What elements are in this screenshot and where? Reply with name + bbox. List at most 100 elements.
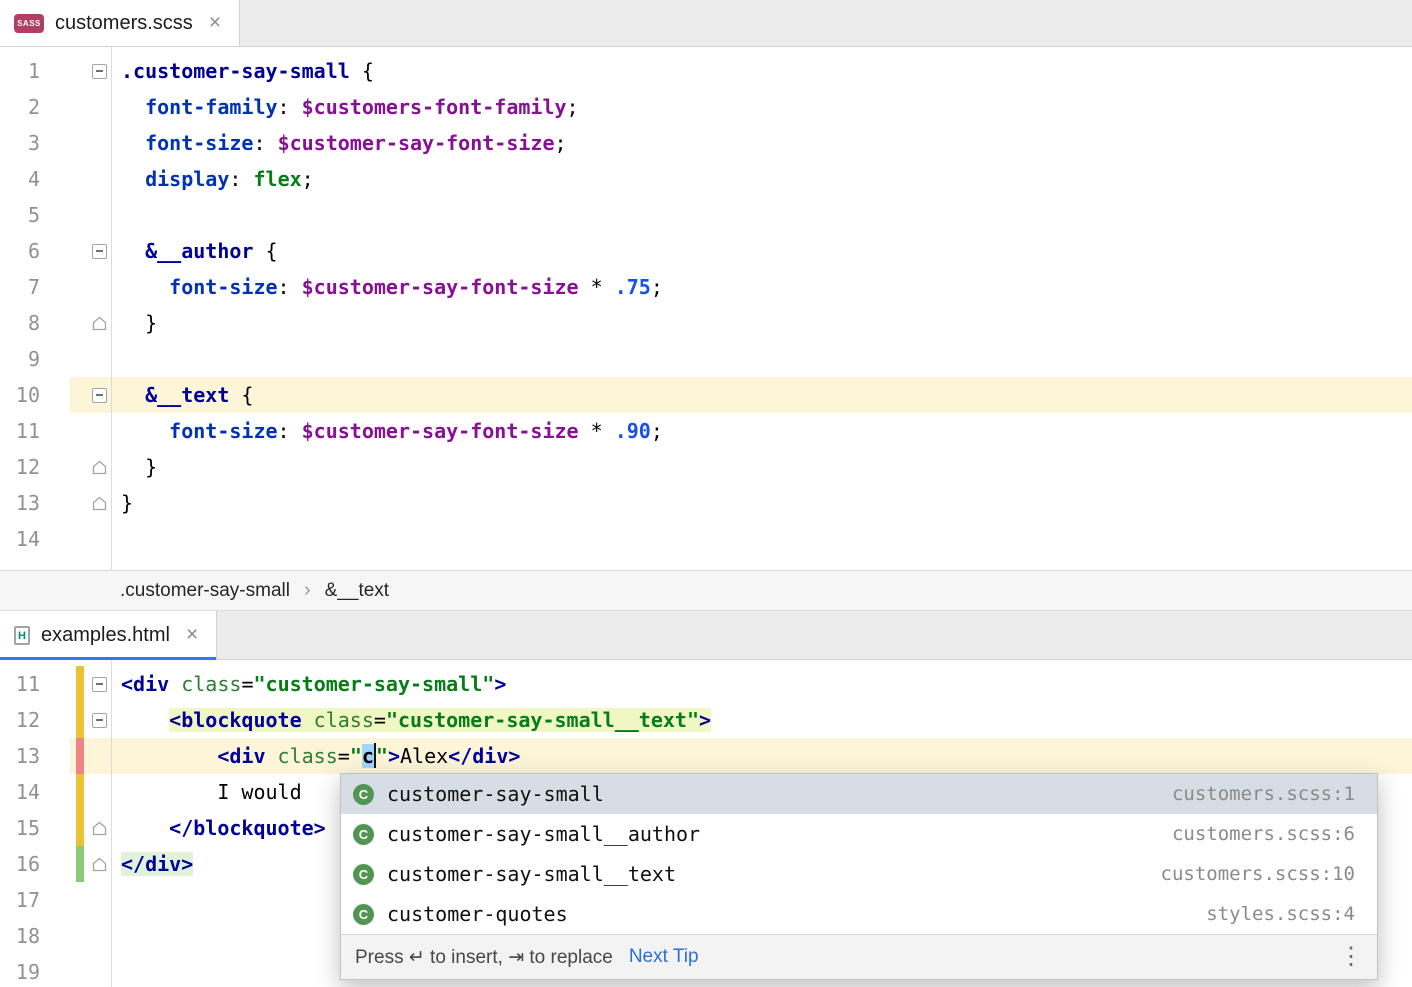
code-token — [121, 95, 145, 119]
code-token — [169, 672, 181, 696]
code-token: { — [350, 59, 374, 83]
line-number: 16 — [0, 846, 40, 882]
code-line[interactable]: 11 font-size: $customer-say-font-size * … — [0, 413, 1412, 449]
code-token: > — [494, 672, 506, 696]
vcs-change-marker — [76, 125, 84, 161]
fold-open-marker[interactable] — [92, 244, 107, 259]
code-text — [113, 521, 1412, 557]
fold-end-marker[interactable] — [92, 460, 107, 475]
code-line[interactable]: 12 <blockquote class="customer-say-small… — [0, 702, 1412, 738]
fold-gutter — [88, 269, 110, 305]
fold-gutter — [88, 305, 110, 341]
line-number: 19 — [0, 954, 40, 987]
fold-open-marker[interactable] — [92, 713, 107, 728]
fold-end-marker[interactable] — [92, 316, 107, 331]
vcs-change-marker — [76, 233, 84, 269]
completion-item[interactable]: Ccustomer-quotesstyles.scss:4 — [341, 894, 1377, 934]
code-text: <blockquote class="customer-say-small__t… — [113, 702, 1412, 738]
fold-gutter — [88, 738, 110, 774]
code-token: $customers-font-family — [302, 95, 567, 119]
code-token: " — [350, 744, 362, 768]
code-token: <div — [217, 744, 265, 768]
more-options-icon[interactable]: ⋮ — [1339, 945, 1363, 969]
vcs-change-marker — [76, 882, 84, 918]
fold-gutter — [88, 846, 110, 882]
line-number: 5 — [0, 197, 40, 233]
vcs-change-marker — [76, 413, 84, 449]
tab-customers-scss[interactable]: SASS customers.scss × — [0, 0, 240, 46]
code-token: display — [145, 167, 229, 191]
line-number: 10 — [0, 377, 40, 413]
code-text — [113, 341, 1412, 377]
code-line[interactable]: 11<div class="customer-say-small"> — [0, 666, 1412, 702]
code-token — [121, 744, 217, 768]
code-token — [121, 275, 169, 299]
code-line[interactable]: 3 font-size: $customer-say-font-size; — [0, 125, 1412, 161]
code-text: font-size: $customer-say-font-size * .75… — [113, 269, 1412, 305]
fold-gutter — [88, 882, 110, 918]
vcs-change-marker — [76, 53, 84, 89]
vcs-change-marker[interactable] — [76, 702, 84, 738]
vcs-change-marker[interactable] — [76, 774, 84, 810]
code-line[interactable]: 12 } — [0, 449, 1412, 485]
code-line[interactable]: 2 font-family: $customers-font-family; — [0, 89, 1412, 125]
fold-end-marker[interactable] — [92, 857, 107, 872]
code-line[interactable]: 8 } — [0, 305, 1412, 341]
highlight-band: </div> — [121, 852, 193, 876]
fold-end-marker[interactable] — [92, 821, 107, 836]
completion-item[interactable]: Ccustomer-say-smallcustomers.scss:1 — [341, 774, 1377, 814]
code-line[interactable]: 1.customer-say-small { — [0, 53, 1412, 89]
code-token: "customer-say-small__text" — [386, 708, 699, 732]
code-line[interactable]: 5 — [0, 197, 1412, 233]
code-line[interactable]: 6 &__author { — [0, 233, 1412, 269]
completion-item[interactable]: Ccustomer-say-small__authorcustomers.scs… — [341, 814, 1377, 854]
breadcrumb-item[interactable]: &__text — [325, 580, 389, 602]
line-number: 11 — [0, 666, 40, 702]
vcs-change-marker[interactable] — [76, 810, 84, 846]
code-token: class — [181, 672, 241, 696]
completion-list: Ccustomer-say-smallcustomers.scss:1Ccust… — [341, 774, 1377, 934]
vcs-change-marker — [76, 377, 84, 413]
fold-end-marker[interactable] — [92, 496, 107, 511]
code-token: : — [278, 419, 302, 443]
line-number: 13 — [0, 485, 40, 521]
breadcrumb-item[interactable]: .customer-say-small — [120, 580, 290, 602]
code-text: &__author { — [113, 233, 1412, 269]
fold-gutter — [88, 810, 110, 846]
code-line[interactable]: 10 &__text { — [0, 377, 1412, 413]
code-token — [121, 419, 169, 443]
vcs-change-marker[interactable] — [76, 738, 84, 774]
code-line[interactable]: 13} — [0, 485, 1412, 521]
code-text: &__text { — [113, 377, 1412, 413]
scss-tab-bar: SASS customers.scss × — [0, 0, 1412, 47]
code-text: } — [113, 449, 1412, 485]
tab-examples-html[interactable]: H examples.html × — [0, 611, 217, 659]
completion-item-label: customer-say-small — [387, 782, 604, 806]
code-token — [266, 744, 278, 768]
code-line[interactable]: 4 display: flex; — [0, 161, 1412, 197]
fold-open-marker[interactable] — [92, 388, 107, 403]
fold-open-marker[interactable] — [92, 64, 107, 79]
fold-gutter — [88, 53, 110, 89]
code-line[interactable]: 7 font-size: $customer-say-font-size * .… — [0, 269, 1412, 305]
code-line[interactable]: 9 — [0, 341, 1412, 377]
css-class-icon: C — [353, 784, 374, 805]
code-token: : — [253, 131, 277, 155]
vcs-change-marker[interactable] — [76, 846, 84, 882]
completion-item[interactable]: Ccustomer-say-small__textcustomers.scss:… — [341, 854, 1377, 894]
vcs-change-marker[interactable] — [76, 666, 84, 702]
code-line[interactable]: 14 — [0, 521, 1412, 557]
fold-gutter — [88, 666, 110, 702]
code-line[interactable]: 13 <div class="c">Alex</div> — [0, 738, 1412, 774]
code-token: " — [376, 744, 388, 768]
fold-open-marker[interactable] — [92, 677, 107, 692]
code-token — [302, 708, 314, 732]
next-tip-link[interactable]: Next Tip — [629, 946, 699, 968]
code-token: { — [229, 383, 253, 407]
close-tab-icon[interactable]: × — [209, 11, 221, 35]
code-token: &__text — [145, 383, 229, 407]
code-text: <div class="c">Alex</div> — [113, 738, 1412, 774]
close-tab-icon[interactable]: × — [186, 623, 198, 647]
code-token: .customer-say-small — [121, 59, 350, 83]
code-token: <blockquote — [169, 708, 301, 732]
